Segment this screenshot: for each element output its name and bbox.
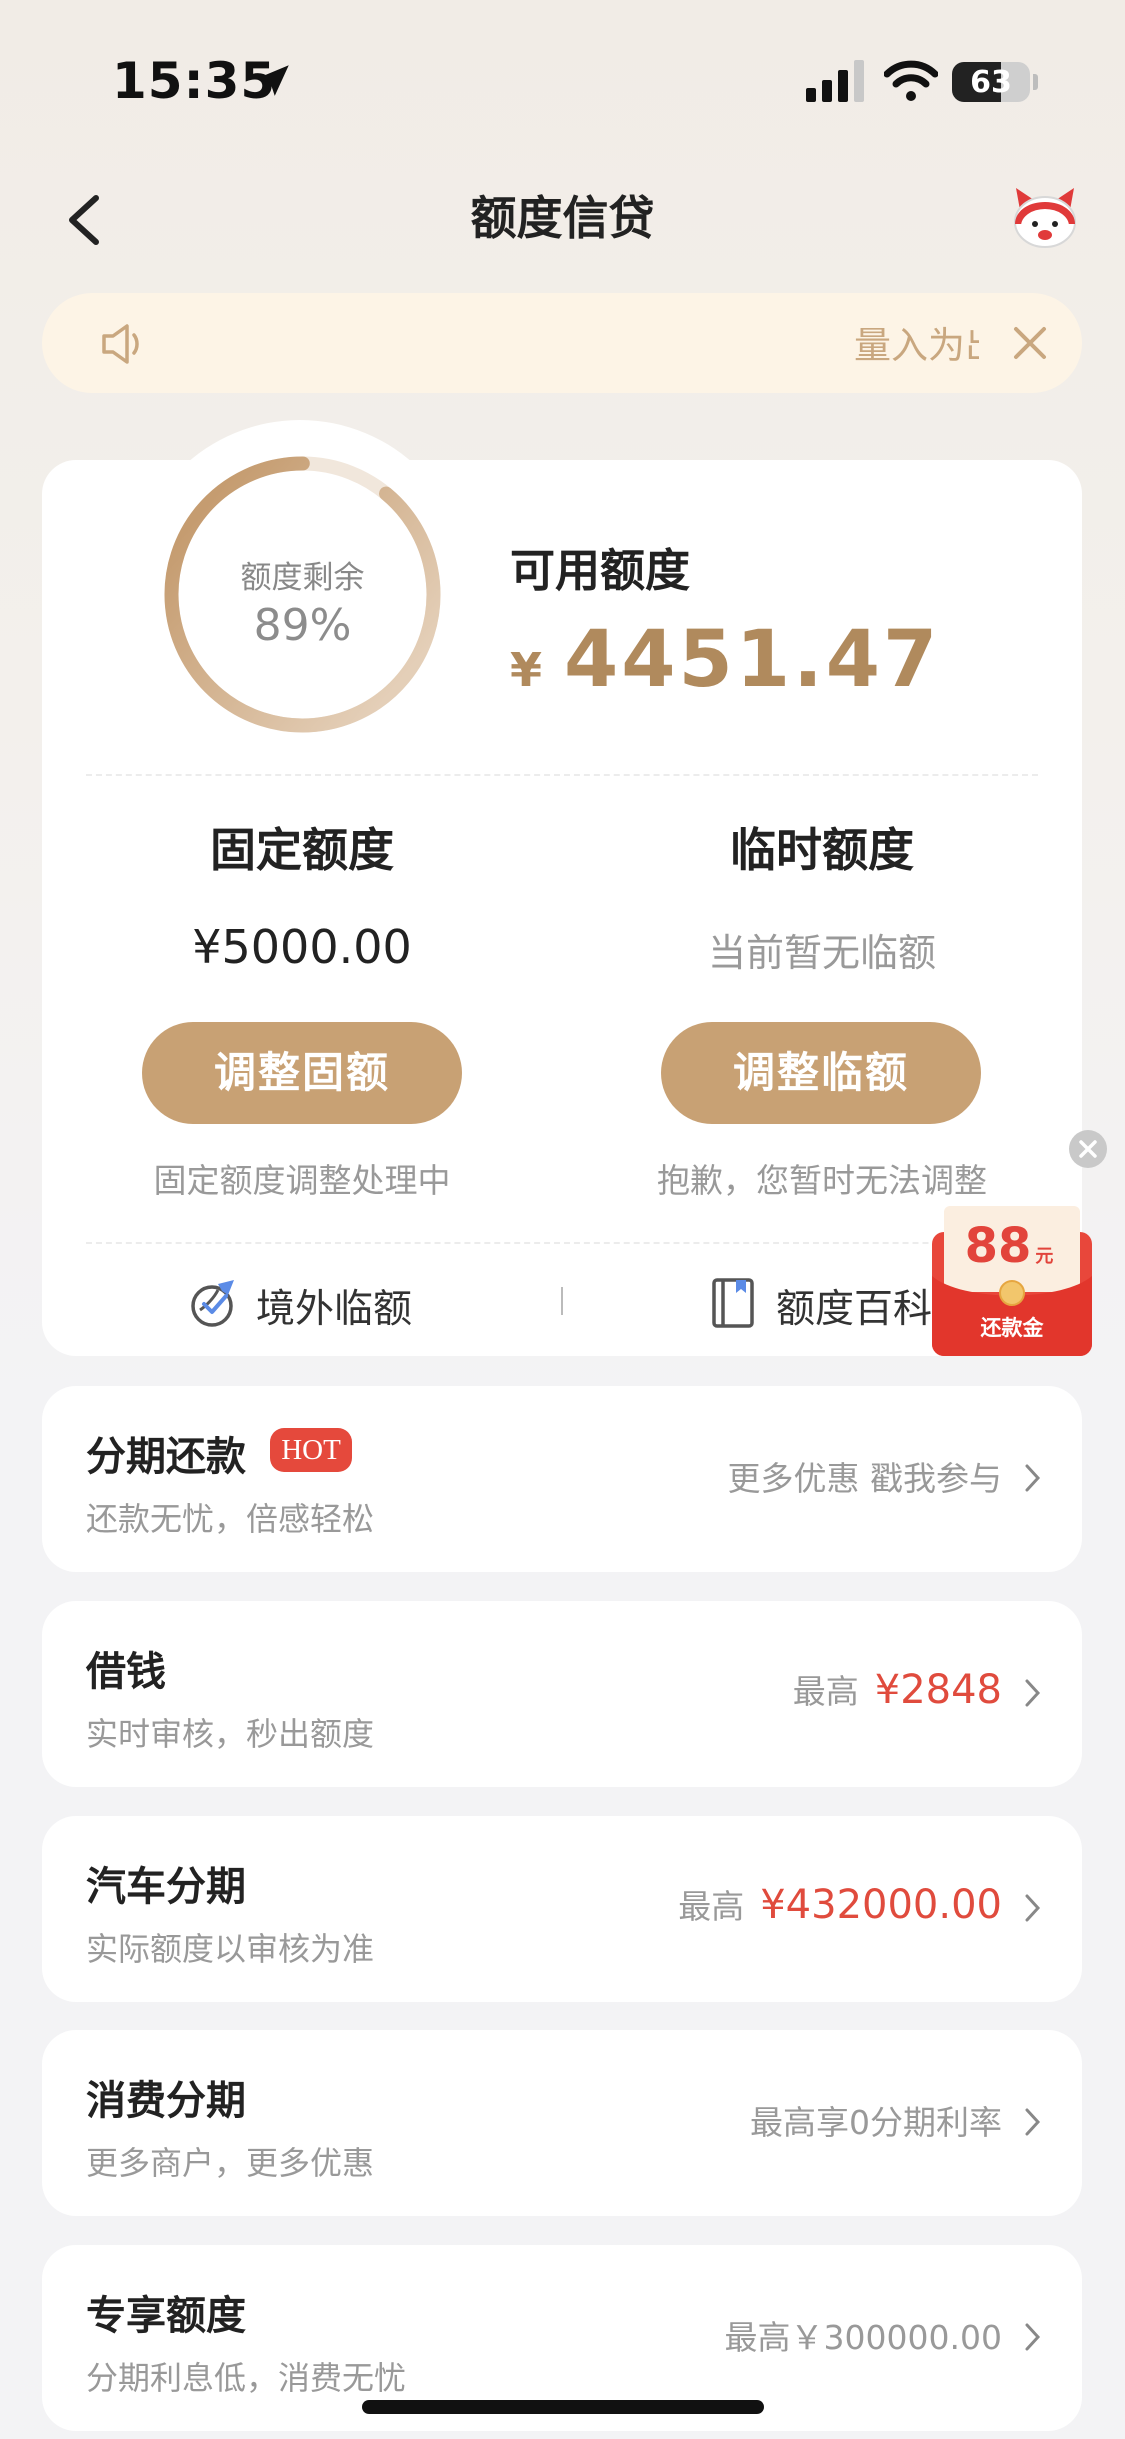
- hot-badge: HOT: [270, 1428, 352, 1472]
- consumer-installment-card[interactable]: 消费分期 更多商户，更多优惠 最高享0分期利率: [42, 2030, 1082, 2216]
- fixed-quota-note: 固定额度调整处理中: [153, 1161, 451, 1200]
- battery-cap: [1033, 74, 1038, 90]
- card-title: 消费分期: [86, 2078, 246, 2124]
- notice-banner[interactable]: 量入为出: [42, 293, 1082, 393]
- card-right-text: 更多优惠 戳我参与: [728, 1452, 1003, 1500]
- temp-quota-note: 抱歉，您暂时无法调整: [657, 1161, 987, 1200]
- cellular-signal-icon: [806, 60, 864, 102]
- red-packet-amount: 88 元: [944, 1218, 1074, 1274]
- overseas-temp-quota-link[interactable]: 境外临额: [188, 1272, 448, 1338]
- temp-quota-value: 当前暂无临额: [707, 931, 936, 975]
- navigation-bar: 额度信贷: [0, 170, 1125, 260]
- notice-text: 量入为出: [854, 324, 979, 367]
- chevron-right-icon: [1025, 1679, 1041, 1707]
- coin-icon: [999, 1280, 1025, 1306]
- chevron-right-icon: [1025, 1894, 1041, 1922]
- chevron-right-icon: [1025, 2108, 1041, 2136]
- speaker-icon: [102, 324, 139, 364]
- available-quota-label: 可用额度: [510, 544, 691, 597]
- borrow-money-card[interactable]: 借钱 实时审核，秒出额度 最高 ¥2848: [42, 1601, 1082, 1787]
- book-icon: [712, 1278, 754, 1328]
- quota-wiki-label: 额度百科: [776, 1287, 933, 1332]
- red-packet-close-button[interactable]: [1069, 1130, 1107, 1168]
- available-quota-amount: ¥4451.47: [510, 615, 940, 705]
- remaining-quota-label: 额度剩余: [240, 560, 365, 596]
- card-right-text: 最高 ¥432000.00: [678, 1880, 1002, 1928]
- chevron-right-icon: [1025, 1464, 1041, 1492]
- repayment-red-packet[interactable]: 88 元 还款金: [930, 1206, 1094, 1358]
- card-subtitle: 更多商户，更多优惠: [86, 2144, 375, 2182]
- globe-plane-icon: [191, 1280, 234, 1327]
- card-subtitle: 分期利息低，消费无忧: [86, 2359, 407, 2397]
- installment-repayment-card[interactable]: 分期还款 HOT 还款无忧，倍感轻松 更多优惠 戳我参与: [42, 1386, 1082, 1572]
- card-title: 分期还款: [86, 1434, 246, 1480]
- location-arrow-icon: [257, 65, 289, 96]
- red-packet-amount-value: 88: [964, 1218, 1032, 1274]
- red-packet-unit: 元: [1035, 1246, 1054, 1267]
- home-indicator: [362, 2400, 764, 2414]
- mascot-avatar-icon[interactable]: [1010, 184, 1080, 250]
- available-amount-value: 4451.47: [564, 615, 941, 705]
- card-right-text: 最高￥300000.00: [725, 2311, 1002, 2359]
- card-right-label: 最高享0分期利率: [750, 2103, 1002, 2142]
- separator: [561, 1287, 563, 1315]
- card-title: 汽车分期: [86, 1864, 246, 1910]
- quota-wiki-link[interactable]: 额度百科: [708, 1272, 938, 1338]
- card-right-text: 最高享0分期利率: [750, 2096, 1002, 2144]
- currency-symbol: ¥: [510, 643, 543, 697]
- card-subtitle: 实时审核，秒出额度: [86, 1715, 375, 1753]
- battery-indicator: 63: [952, 62, 1030, 102]
- red-packet-label: 还款金: [980, 1316, 1044, 1340]
- card-right-text: 最高 ¥2848: [793, 1665, 1002, 1713]
- card-right-label: 最高: [678, 1887, 745, 1926]
- chevron-right-icon: [1025, 2323, 1041, 2351]
- card-subtitle: 实际额度以审核为准: [86, 1930, 375, 1968]
- fixed-quota-value: ¥5000.00: [192, 920, 412, 974]
- card-right-label: 更多优惠 戳我参与: [727, 1459, 1003, 1498]
- max-amount: ¥2848: [874, 1667, 1002, 1713]
- adjust-temp-quota-button[interactable]: 调整临额: [661, 1022, 981, 1124]
- wifi-icon: [884, 60, 938, 101]
- divider: [86, 1242, 1038, 1244]
- fixed-quota-title: 固定额度: [210, 823, 394, 877]
- card-title: 专享额度: [86, 2293, 246, 2339]
- card-subtitle: 还款无忧，倍感轻松: [86, 1500, 375, 1538]
- card-title: 借钱: [86, 1649, 166, 1695]
- remaining-quota-percent: 89%: [253, 600, 352, 651]
- card-right-label: 最高: [792, 1672, 859, 1711]
- status-bar: 15:35 63: [0, 0, 1125, 150]
- close-icon[interactable]: [1008, 321, 1052, 365]
- temp-quota-title: 临时额度: [730, 823, 914, 877]
- page-title: 额度信贷: [470, 191, 655, 245]
- divider: [86, 774, 1038, 776]
- close-icon: [1079, 1140, 1097, 1158]
- car-installment-card[interactable]: 汽车分期 实际额度以审核为准 最高 ¥432000.00: [42, 1816, 1082, 2002]
- overseas-temp-quota-label: 境外临额: [256, 1287, 413, 1332]
- card-right-label: 最高￥300000.00: [724, 2318, 1002, 2357]
- adjust-fixed-quota-button[interactable]: 调整固额: [142, 1022, 462, 1124]
- max-amount: ¥432000.00: [760, 1882, 1002, 1928]
- battery-level: 63: [970, 65, 1012, 100]
